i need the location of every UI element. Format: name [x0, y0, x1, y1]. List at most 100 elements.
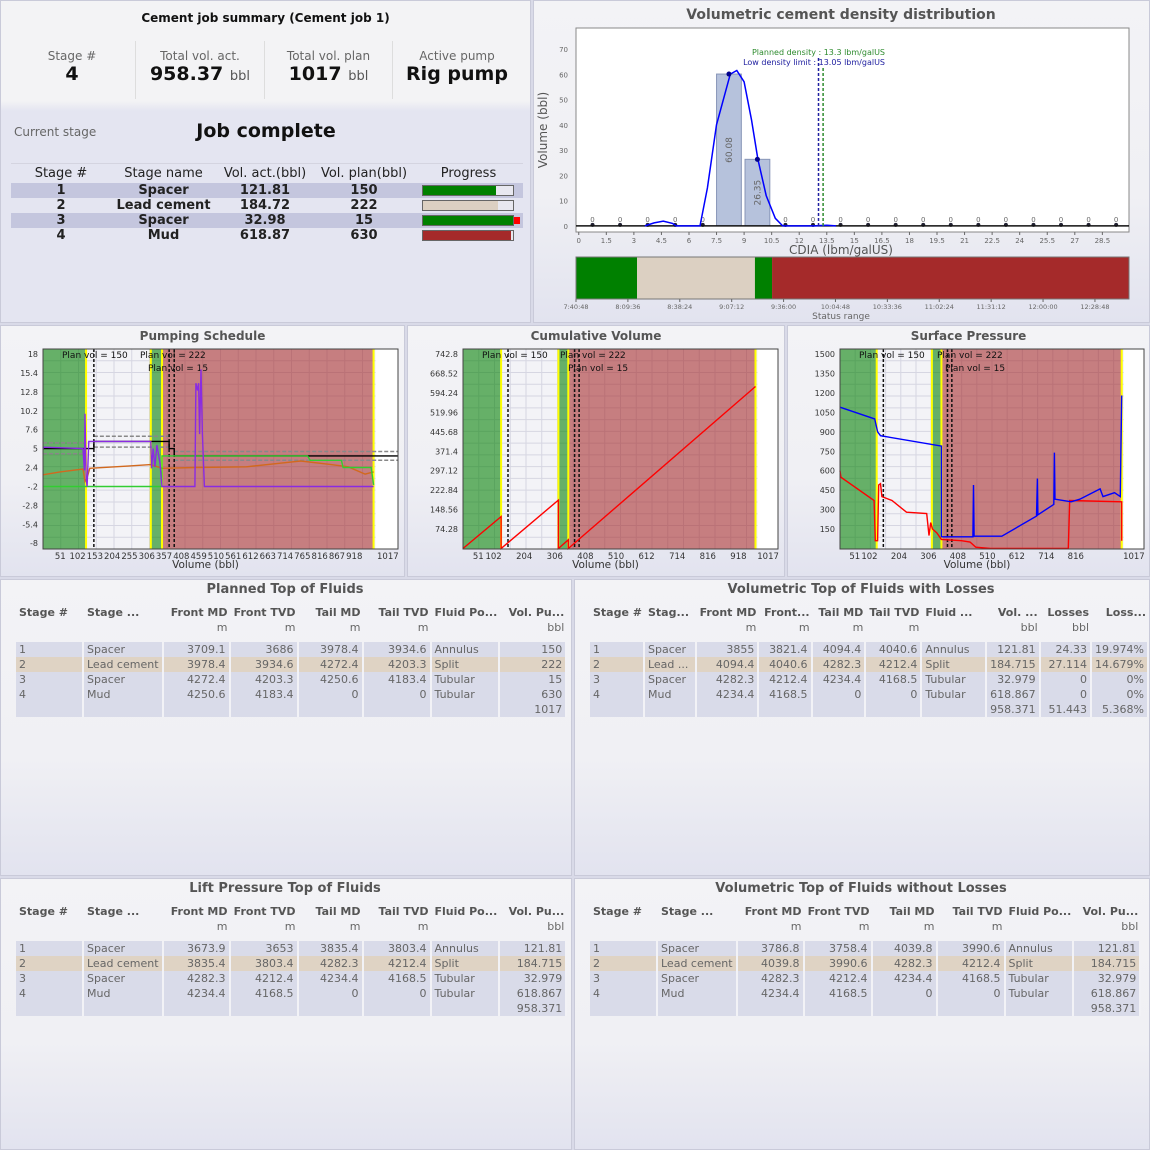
table-header: Stage # Stage ... Front MD Front TVD Tail MD…: [16, 903, 567, 919]
bin-value-label: 0: [590, 216, 594, 224]
column-header[interactable]: Tail TVD: [364, 604, 432, 620]
table-row[interactable]: 3 Spacer 4282.3 4212.4 4234.4 4168.5 Tubular 32…: [590, 672, 1149, 687]
x-tick-label: 816: [1068, 552, 1084, 562]
table-row[interactable]: 2 Lead cement 3835.4 3803.4 4282.3 4212.4 Spli…: [16, 956, 568, 971]
y-tick-label: 148.56: [430, 506, 458, 515]
column-header[interactable]: Fluid Po...: [432, 903, 501, 919]
kpi-value: Rig pump: [406, 63, 508, 85]
x-tick-label: 918: [346, 552, 362, 562]
table-cell: 4039.8: [737, 956, 805, 971]
cumulative-volume-panel: Cumulative Volume Plan vol = 150 Plan vol …: [407, 325, 785, 577]
y-tick-label: 297.12: [430, 467, 458, 476]
column-header[interactable]: Stage ...: [84, 903, 164, 919]
x-tick-label: 663: [260, 552, 276, 562]
column-header[interactable]: Stag...: [645, 604, 697, 620]
table-row[interactable]: 1 Spacer 3673.9 3653 3835.4 3803.4 Annulus 121.…: [16, 941, 568, 956]
table-cell: Spacer: [84, 971, 164, 986]
totals-row[interactable]: 958.371: [590, 1001, 1142, 1016]
table-cell: 3: [590, 971, 658, 986]
table-row[interactable]: 2 Lead ... 4094.4 4040.6 4282.3 4212.4 Split 18…: [590, 657, 1149, 672]
status-tick-label: 10:04:48: [821, 303, 850, 311]
table-row[interactable]: 4 Mud 4234.4 4168.5 0 0 Tubular 618.867: [16, 986, 568, 1001]
table-cell: 3803.4: [230, 956, 299, 971]
column-header[interactable]: Stage #: [16, 903, 84, 919]
column-header[interactable]: Vol. Pu...: [1074, 903, 1141, 919]
table-cell: 0: [363, 986, 432, 1001]
table-cell: 4168.5: [866, 672, 923, 687]
table-cell: 32.979: [987, 672, 1041, 687]
x-tick-label: 867: [329, 552, 345, 562]
table-row[interactable]: 2 Lead cement 3978.4 3934.6 4272.4 4203.3 Spli…: [16, 657, 568, 672]
table-cell: 4: [590, 687, 645, 702]
stage-row[interactable]: 3 Spacer 32.98 15: [11, 212, 523, 228]
x-tick-label: 51: [55, 552, 66, 562]
stage-row[interactable]: 4 Mud 618.87 630: [11, 228, 523, 243]
column-header[interactable]: Vol. Pu...: [500, 903, 567, 919]
x-tick-label: 27: [1070, 237, 1079, 245]
table-row[interactable]: 4 Mud 4250.6 4183.4 0 0 Tubular 630: [16, 687, 568, 702]
table-row[interactable]: 2 Lead cement 4039.8 3990.6 4282.3 4212.4 Spli…: [590, 956, 1142, 971]
column-header[interactable]: Front MD: [164, 903, 231, 919]
column-header[interactable]: Front TVD: [231, 604, 299, 620]
table-cell: Spacer: [658, 971, 738, 986]
totals-row[interactable]: 958.371 51.443 5.368%: [590, 702, 1149, 717]
column-header[interactable]: Tail TVD: [938, 903, 1006, 919]
column-header[interactable]: Vol. Pu...: [500, 604, 567, 620]
column-header[interactable]: Fluid Po...: [432, 604, 501, 620]
column-header[interactable]: Stage #: [590, 903, 658, 919]
table-cell: 0%: [1092, 687, 1149, 702]
table-cell: Annulus: [431, 642, 501, 657]
x-tick-label: 765: [294, 552, 310, 562]
table-cell: Split: [431, 657, 501, 672]
table-cell: 618.867: [987, 687, 1041, 702]
column-header[interactable]: Stage #: [590, 604, 645, 620]
table-row[interactable]: 1 Spacer 3855 3821.4 4094.4 4040.6 Annulus 121.…: [590, 642, 1149, 657]
table-row[interactable]: 3 Spacer 4282.3 4212.4 4234.4 4168.5 Tubular 32…: [590, 971, 1142, 986]
table-cell: [590, 1001, 658, 1016]
column-header[interactable]: Front TVD: [231, 903, 299, 919]
table-cell: 1: [16, 642, 84, 657]
column-header[interactable]: Tail TVD: [866, 604, 922, 620]
column-header[interactable]: Fluid ...: [922, 604, 987, 620]
column-header[interactable]: Tail TVD: [364, 903, 432, 919]
column-header[interactable]: Front MD: [738, 903, 805, 919]
column-header: Stage #: [11, 163, 111, 183]
table-row[interactable]: 4 Mud 4234.4 4168.5 0 0 Tubular 618.867: [590, 986, 1142, 1001]
stage-row[interactable]: 2 Lead cement 184.72 222: [11, 198, 523, 213]
column-header[interactable]: Front...: [759, 604, 812, 620]
table-cell: 4250.6: [163, 687, 231, 702]
column-header[interactable]: Stage ...: [84, 604, 164, 620]
x-tick-label: 714: [1038, 552, 1054, 562]
totals-row[interactable]: 958.371: [16, 1001, 568, 1016]
table-cell: 3855: [696, 642, 760, 657]
column-header[interactable]: Front MD: [697, 604, 760, 620]
column-header[interactable]: Stage ...: [658, 903, 738, 919]
column-header: Vol. plan(bbl): [314, 163, 414, 183]
table-cell: [363, 1001, 432, 1016]
table-row[interactable]: 1 Spacer 3709.1 3686 3978.4 3934.6 Annulus 150: [16, 642, 568, 657]
table-row[interactable]: 3 Spacer 4272.4 4203.3 4250.6 4183.4 Tubular 15: [16, 672, 568, 687]
column-header[interactable]: Tail MD: [873, 903, 938, 919]
column-header[interactable]: Stage #: [16, 604, 84, 620]
column-header[interactable]: Loss...: [1092, 604, 1149, 620]
totals-row[interactable]: 1017: [16, 702, 568, 717]
table-cell: 4212.4: [363, 956, 432, 971]
planned-top-of-fluids-panel: Planned Top of Fluids Stage # Stage ... Fro…: [0, 579, 572, 876]
table-cell: Lead cement: [84, 956, 164, 971]
column-header[interactable]: Vol. ...: [987, 604, 1041, 620]
pumping-schedule-chart: Pumping Schedule Plan vol = 150 Plan vol =…: [20, 329, 398, 571]
column-header[interactable]: Tail MD: [813, 604, 867, 620]
column-header[interactable]: Tail MD: [299, 903, 364, 919]
column-header[interactable]: Tail MD: [299, 604, 364, 620]
table-row[interactable]: 3 Spacer 4282.3 4212.4 4234.4 4168.5 Tubular 32…: [16, 971, 568, 986]
table-row[interactable]: 4 Mud 4234.4 4168.5 0 0 Tubular 618.867 0 0%: [590, 687, 1149, 702]
stage-row[interactable]: 1 Spacer 121.81 150: [11, 182, 523, 198]
bin-value-label: 0: [866, 216, 870, 224]
column-header[interactable]: Front TVD: [805, 903, 873, 919]
column-header[interactable]: Front MD: [164, 604, 231, 620]
table-row[interactable]: 1 Spacer 3786.8 3758.4 4039.8 3990.6 Annulus 12…: [590, 941, 1142, 956]
table-cell: 4234.4: [298, 971, 364, 986]
column-header[interactable]: Losses: [1041, 604, 1092, 620]
table-cell: [590, 702, 645, 717]
column-header[interactable]: Fluid Po...: [1006, 903, 1075, 919]
